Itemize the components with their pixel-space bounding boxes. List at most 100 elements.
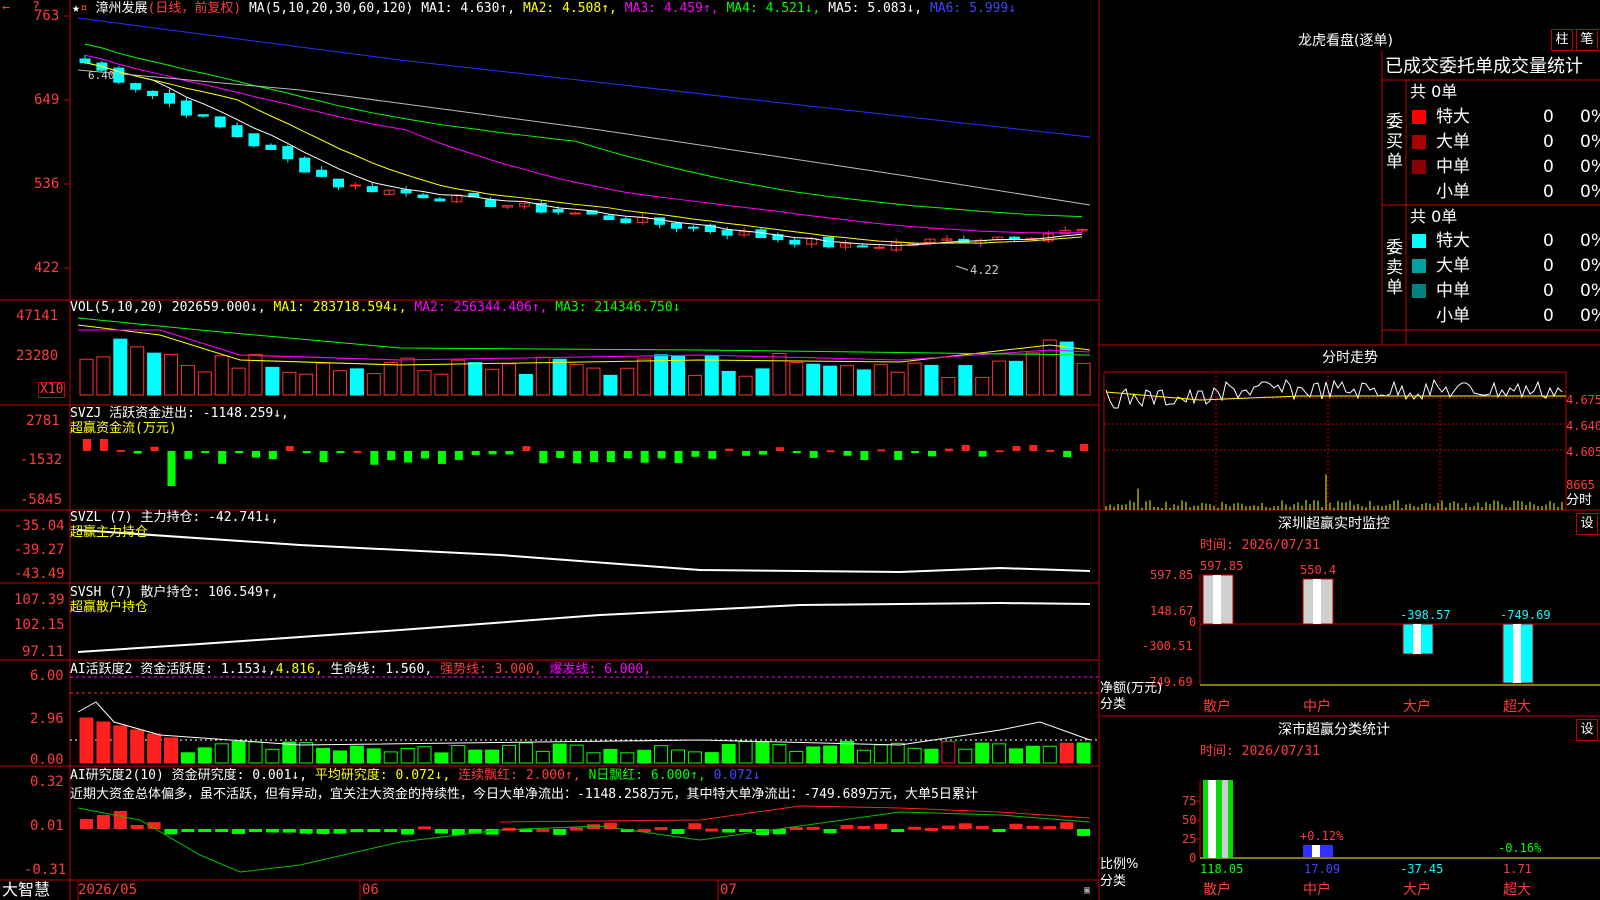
ai-research-t5: 0.072↓	[713, 768, 761, 783]
back-arrow-icon[interactable]: ←	[2, 0, 10, 16]
vol-title: VOL(5,10,20)	[70, 300, 164, 315]
date-label: 06	[362, 882, 379, 898]
flag-icon: ¤	[79, 1, 88, 16]
activity-bar	[890, 742, 905, 764]
volume-bar	[823, 365, 838, 396]
tick-view-button[interactable]: 笔	[1576, 29, 1598, 51]
fund-flow-bar	[235, 451, 244, 453]
order-percent: 0%	[1580, 231, 1600, 251]
research-bar	[181, 829, 195, 832]
order-count: 0	[1543, 182, 1554, 202]
fund-flow-bar	[336, 451, 345, 453]
order-type-label: 中单	[1436, 281, 1470, 301]
research-bar	[1026, 825, 1040, 829]
order-count: 0	[1543, 231, 1554, 251]
candle-body	[417, 194, 429, 199]
activity-bar	[164, 737, 178, 764]
svzl-axis-label: -35.04	[14, 518, 65, 534]
volume-bar	[147, 352, 162, 396]
star-icon[interactable]: ★	[72, 1, 80, 16]
volume-bar	[434, 373, 449, 396]
research-bar	[282, 829, 296, 833]
svzj-axis-label: -1532	[20, 452, 63, 468]
intraday-time-label: 分时	[1566, 493, 1593, 508]
activity-bar	[806, 746, 821, 764]
fund-flow-bar	[1063, 451, 1072, 458]
classify-settings-button[interactable]: 设	[1576, 719, 1598, 741]
volume-bar	[265, 366, 280, 396]
fund-flow-bar	[150, 446, 159, 451]
monitor-category: 超大	[1503, 699, 1531, 715]
candle-body	[248, 133, 260, 147]
vol-ma-line	[77, 317, 1091, 356]
fund-flow-bar	[1046, 449, 1055, 452]
monitor-value-label: 597.85	[1200, 559, 1244, 573]
ai-active-t5: 爆发线: 6.000,	[549, 662, 652, 677]
fund-flow-bar	[268, 451, 277, 460]
research-bar	[958, 823, 972, 829]
ai-research-header: AI研究度2(10) 资金研究度: 0.001↓, 平均研究度: 0.072↓,…	[70, 768, 761, 784]
research-bar	[806, 826, 820, 830]
research-bar	[249, 829, 262, 832]
activity-bar	[113, 725, 128, 764]
volume-bar	[164, 353, 178, 396]
volume-bar	[620, 367, 635, 396]
activity-bar	[180, 752, 195, 764]
volume-bar	[569, 364, 584, 396]
date-label: 07	[720, 882, 737, 898]
vol-unit-badge[interactable]: X10	[38, 382, 66, 398]
candle-body	[552, 209, 564, 213]
order-color-swatch	[1412, 309, 1426, 323]
monitor-settings-button[interactable]: 设	[1576, 513, 1598, 535]
activity-bar	[366, 748, 381, 764]
order-color-swatch	[1412, 135, 1426, 149]
research-bar	[80, 819, 93, 829]
lock-icon[interactable]: ▣	[1084, 883, 1090, 899]
activity-bar	[197, 747, 212, 764]
fund-flow-bar	[252, 451, 260, 458]
candle-body	[434, 198, 446, 202]
order-count: 0	[1543, 157, 1554, 177]
fund-flow-bar	[894, 451, 903, 460]
volume-bar	[907, 362, 922, 396]
fund-flow-bar	[539, 451, 548, 464]
activity-bar	[823, 745, 838, 764]
research-bar	[874, 823, 888, 829]
ma-label: MA(5,10,20,30,60,120)	[248, 1, 414, 16]
activity-bar	[789, 750, 804, 764]
activity-bar	[687, 751, 702, 764]
svzl-axis-label: -43.49	[14, 566, 65, 582]
classify-value: 17.09	[1304, 862, 1341, 876]
research-bar	[130, 824, 144, 829]
vol-axis-label: 23280	[16, 348, 59, 364]
volume-bar	[586, 367, 601, 396]
order-percent: 0%	[1580, 182, 1600, 202]
svzl-subtitle: 超赢主力持仓	[70, 525, 149, 540]
volume-bar	[1009, 360, 1023, 396]
fund-flow-bar	[640, 451, 649, 463]
order-percent: 0%	[1580, 281, 1600, 301]
kline-chart-area[interactable]	[0, 0, 1600, 900]
activity-bar	[502, 744, 516, 764]
research-bar	[671, 829, 685, 834]
candle-body	[316, 169, 328, 177]
research-bar	[232, 829, 246, 834]
stock-name[interactable]: 漳州发展	[95, 1, 147, 16]
bar-view-button[interactable]: 柱	[1551, 29, 1573, 51]
volume-bar	[316, 362, 331, 396]
fund-flow-bar	[809, 451, 818, 458]
activity-bar	[79, 717, 94, 764]
candle-body	[333, 178, 344, 188]
classify-time: 时间: 2026/07/31	[1200, 744, 1320, 759]
low-price-annotation: 4.22	[970, 263, 999, 277]
high-price-annotation: 6.40	[88, 69, 115, 82]
vol-ma3: MA3: 214346.750↓	[555, 300, 681, 315]
fund-flow-bar	[488, 451, 497, 455]
brand-logo[interactable]: 大智慧	[2, 880, 50, 900]
activity-bar	[637, 749, 652, 764]
activity-bar	[248, 741, 263, 764]
fund-flow-bar	[708, 451, 717, 459]
classify-pct-label: -0.16%	[1498, 841, 1542, 855]
order-percent: 0%	[1580, 132, 1600, 152]
research-bar	[215, 829, 229, 832]
